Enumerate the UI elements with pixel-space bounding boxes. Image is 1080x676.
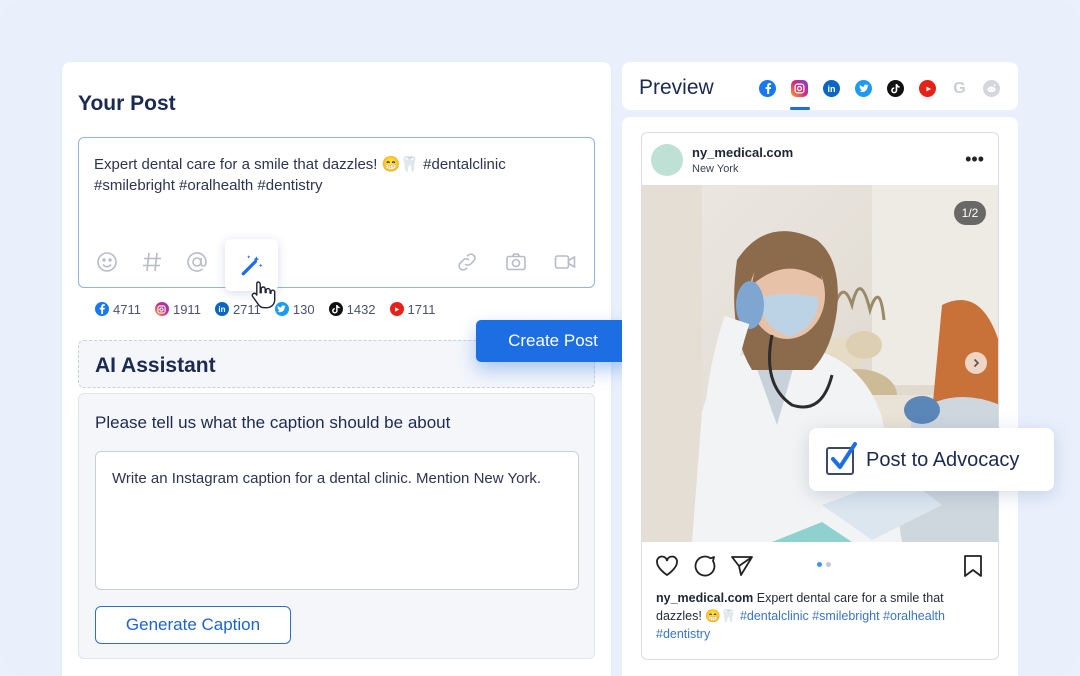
camera-icon[interactable] [502,248,530,276]
link-icon[interactable] [453,248,481,276]
magic-wand-icon [241,255,262,276]
instagram-post-preview: ny_medical.com New York ••• 1/2 ny_medic… [641,132,999,660]
ai-assistant-body: Please tell us what the caption should b… [78,393,595,659]
video-icon[interactable] [551,248,579,276]
carousel-next-icon[interactable] [965,352,987,374]
google-icon[interactable]: G [951,80,968,97]
share-send-icon[interactable] [729,553,755,579]
your-post-title: Your Post [78,92,176,115]
carousel-page-indicator: 1/2 [954,201,986,225]
twitter-count: 130 [274,302,315,317]
audience-counts: 4711 1911 in 2711 130 1432 1711 [95,300,450,318]
post-editor[interactable]: Expert dental care for a smile that dazz… [78,137,595,309]
ai-prompt-input[interactable]: Write an Instagram caption for a dental … [95,451,579,590]
instagram-count: 1911 [154,302,201,317]
post-to-advocacy-label: Post to Advocacy [866,449,1020,471]
checkbox-checked-icon[interactable] [825,442,859,476]
post-composer-panel: Your Post Expert dental care for a smile… [62,62,611,676]
youtube-icon[interactable] [919,80,936,97]
mention-icon[interactable] [183,248,211,276]
preview-title: Preview [639,76,714,99]
twitter-icon [274,302,289,316]
carousel-dots [817,562,835,567]
preview-header: Preview in G [622,62,1018,110]
generate-caption-button[interactable]: Generate Caption [95,606,291,644]
youtube-icon [389,302,404,316]
more-options-icon[interactable]: ••• [965,149,984,170]
emoji-icon[interactable] [93,248,121,276]
facebook-count: 4711 [95,302,141,317]
ai-prompt-text[interactable]: Write an Instagram caption for a dental … [112,469,562,489]
post-handle: ny_medical.com [692,145,794,160]
post-caption: ny_medical.com Expert dental care for a … [656,589,991,643]
hashtag-icon[interactable] [138,248,166,276]
facebook-icon [95,302,109,316]
post-location: New York [692,163,739,175]
tiktok-count: 1432 [328,302,376,317]
avatar [651,144,683,176]
facebook-icon[interactable] [759,80,776,97]
linkedin-icon: in [214,302,229,316]
bookmark-icon[interactable] [960,553,986,579]
instagram-icon[interactable] [791,80,808,97]
reddit-icon[interactable] [983,80,1000,97]
caption-handle: ny_medical.com [656,591,754,605]
ai-question-label: Please tell us what the caption should b… [95,413,451,432]
comment-icon[interactable] [692,553,718,579]
like-heart-icon[interactable] [654,553,680,579]
post-to-advocacy-toggle[interactable]: Post to Advocacy [809,428,1054,491]
create-post-button[interactable]: Create Post [476,320,630,362]
tiktok-icon [328,302,343,316]
post-text[interactable]: Expert dental care for a smile that dazz… [94,154,564,196]
ai-assistant-title: AI Assistant [95,354,216,377]
youtube-count: 1711 [389,302,436,317]
linkedin-count: in 2711 [214,302,261,317]
carousel-dot-active [817,562,822,567]
linkedin-icon[interactable]: in [823,80,840,97]
twitter-icon[interactable] [855,80,872,97]
tiktok-icon[interactable] [887,80,904,97]
carousel-dot [826,562,831,567]
selected-network-indicator [790,107,810,110]
instagram-icon [154,302,169,316]
